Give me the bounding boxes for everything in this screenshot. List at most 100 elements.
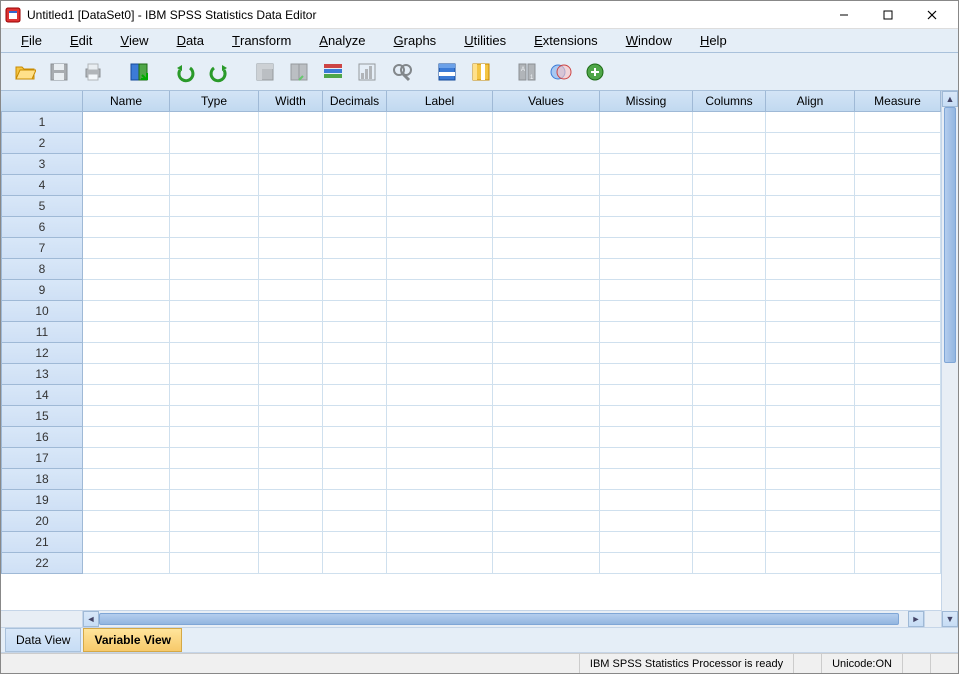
close-button[interactable] [910, 2, 954, 28]
col-header-align[interactable]: Align [766, 91, 855, 111]
cell[interactable] [693, 406, 766, 427]
row-header[interactable]: 6 [1, 217, 83, 238]
cell[interactable] [766, 406, 855, 427]
row-header[interactable]: 4 [1, 175, 83, 196]
row-header[interactable]: 2 [1, 133, 83, 154]
cell[interactable] [170, 448, 259, 469]
cell[interactable] [693, 532, 766, 553]
cell[interactable] [855, 280, 941, 301]
cell[interactable] [83, 322, 170, 343]
cell[interactable] [855, 448, 941, 469]
cell[interactable] [493, 259, 600, 280]
row-header[interactable]: 18 [1, 469, 83, 490]
cell[interactable] [766, 469, 855, 490]
cell[interactable] [387, 280, 493, 301]
insert-variable-icon[interactable] [465, 57, 497, 87]
undo-icon[interactable] [169, 57, 201, 87]
cell[interactable] [387, 532, 493, 553]
cell[interactable] [83, 343, 170, 364]
cell[interactable] [259, 217, 323, 238]
menu-data[interactable]: Data [163, 29, 218, 52]
cell[interactable] [259, 322, 323, 343]
cell[interactable] [766, 448, 855, 469]
menu-transform[interactable]: Transform [218, 29, 305, 52]
cell[interactable] [766, 217, 855, 238]
cell[interactable] [259, 427, 323, 448]
cell[interactable] [600, 385, 693, 406]
cell[interactable] [83, 112, 170, 133]
cell[interactable] [387, 217, 493, 238]
col-header-columns[interactable]: Columns [693, 91, 766, 111]
cell[interactable] [323, 259, 387, 280]
cell[interactable] [766, 301, 855, 322]
col-header-values[interactable]: Values [493, 91, 600, 111]
cell[interactable] [83, 280, 170, 301]
cell[interactable] [493, 364, 600, 385]
cell[interactable] [83, 427, 170, 448]
cell[interactable] [323, 364, 387, 385]
cell[interactable] [387, 196, 493, 217]
cell[interactable] [83, 175, 170, 196]
cell[interactable] [259, 385, 323, 406]
col-header-measure[interactable]: Measure [855, 91, 941, 111]
menu-utilities[interactable]: Utilities [450, 29, 520, 52]
cell[interactable] [170, 175, 259, 196]
cell[interactable] [170, 469, 259, 490]
cell[interactable] [170, 385, 259, 406]
cell[interactable] [170, 217, 259, 238]
cell[interactable] [600, 427, 693, 448]
cell[interactable] [693, 259, 766, 280]
menu-edit[interactable]: Edit [56, 29, 106, 52]
row-header[interactable]: 20 [1, 511, 83, 532]
cell[interactable] [766, 511, 855, 532]
cell[interactable] [83, 364, 170, 385]
cell[interactable] [600, 133, 693, 154]
cell[interactable] [323, 553, 387, 574]
cell[interactable] [766, 553, 855, 574]
cell[interactable] [766, 259, 855, 280]
col-header-name[interactable]: Name [83, 91, 170, 111]
cell[interactable] [387, 175, 493, 196]
cell[interactable] [387, 364, 493, 385]
cell[interactable] [693, 553, 766, 574]
cell[interactable] [600, 217, 693, 238]
row-header[interactable]: 14 [1, 385, 83, 406]
redo-icon[interactable] [203, 57, 235, 87]
cell[interactable] [855, 217, 941, 238]
cell[interactable] [259, 511, 323, 532]
cell[interactable] [387, 448, 493, 469]
cell[interactable] [766, 280, 855, 301]
horizontal-scrollbar[interactable]: ◄ ► [1, 610, 941, 627]
cell[interactable] [600, 406, 693, 427]
cell[interactable] [693, 448, 766, 469]
cell[interactable] [493, 217, 600, 238]
cell[interactable] [259, 553, 323, 574]
menu-help[interactable]: Help [686, 29, 741, 52]
cell[interactable] [493, 196, 600, 217]
cell[interactable] [387, 154, 493, 175]
scroll-left-icon[interactable]: ◄ [83, 611, 99, 627]
cell[interactable] [387, 553, 493, 574]
menu-view[interactable]: View [106, 29, 162, 52]
cell[interactable] [693, 511, 766, 532]
cell[interactable] [387, 301, 493, 322]
cell[interactable] [83, 238, 170, 259]
cell[interactable] [693, 343, 766, 364]
cell[interactable] [493, 490, 600, 511]
cell[interactable] [259, 406, 323, 427]
row-header[interactable]: 3 [1, 154, 83, 175]
col-header-width[interactable]: Width [259, 91, 323, 111]
cell[interactable] [855, 196, 941, 217]
cell[interactable] [323, 511, 387, 532]
cell[interactable] [600, 343, 693, 364]
row-header[interactable]: 22 [1, 553, 83, 574]
recall-dialog-icon[interactable] [123, 57, 155, 87]
cell[interactable] [855, 511, 941, 532]
cell[interactable] [493, 238, 600, 259]
cell[interactable] [855, 385, 941, 406]
row-header[interactable]: 11 [1, 322, 83, 343]
row-header[interactable]: 16 [1, 427, 83, 448]
cell[interactable] [766, 343, 855, 364]
cell[interactable] [855, 406, 941, 427]
cell[interactable] [693, 238, 766, 259]
